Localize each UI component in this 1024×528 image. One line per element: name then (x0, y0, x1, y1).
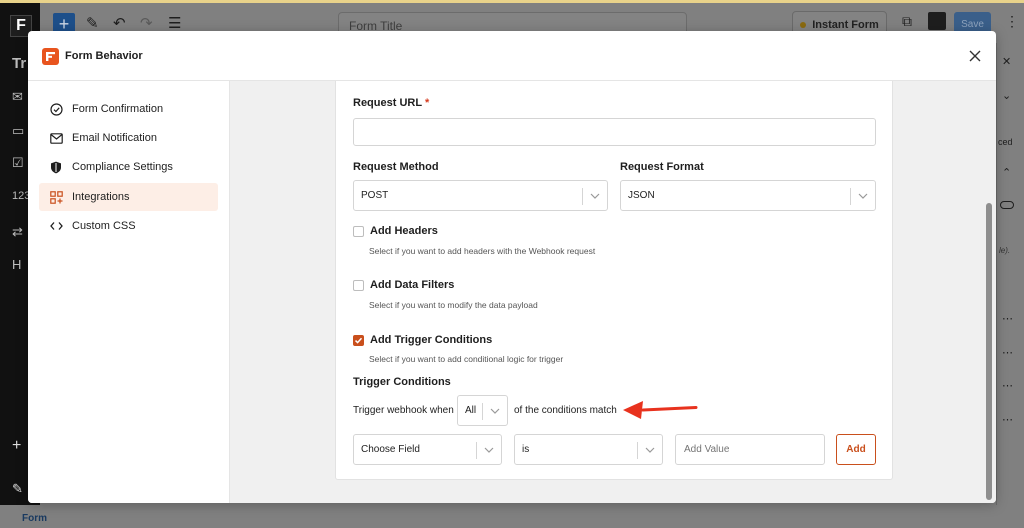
request-method-label: Request Method (353, 161, 439, 173)
request-url-label: Request URL * (353, 97, 430, 109)
add-filters-hint: Select if you want to modify the data pa… (369, 300, 538, 310)
request-format-select[interactable]: JSON (620, 180, 876, 211)
add-headers-checkbox[interactable] (353, 225, 364, 237)
left-add-block-icon[interactable]: + (12, 437, 21, 455)
list-view-icon[interactable]: ☰ (168, 14, 181, 32)
sidebar-item-compliance-settings[interactable]: Compliance Settings (39, 153, 218, 181)
add-condition-button[interactable]: Add (836, 434, 876, 465)
add-filters-row: Add Data Filters (353, 279, 454, 291)
select-divider (482, 403, 483, 420)
chevron-down-icon (645, 447, 655, 453)
editor-footer (0, 505, 1024, 528)
left-icon-switch[interactable]: ⇄ (12, 224, 23, 240)
more-options-icon[interactable]: ⋮ (1005, 13, 1019, 30)
add-trigger-row: Add Trigger Conditions (353, 334, 492, 346)
modal-title: Form Behavior (65, 50, 143, 62)
modal-content: Request URL * Request Method POST Reques… (230, 81, 996, 503)
breadcrumb-form[interactable]: Form (22, 513, 47, 524)
request-method-value: POST (361, 190, 389, 201)
choose-field-value: Choose Field (361, 444, 420, 455)
panel-more-icon[interactable]: ⋯ (1002, 312, 1013, 325)
panel-toggle[interactable] (1000, 201, 1014, 209)
modal-sidebar: Form Confirmation Email Notification Com… (28, 81, 230, 503)
sidebar-item-label: Compliance Settings (72, 161, 173, 173)
trigger-when-suffix: of the conditions match (514, 405, 617, 416)
request-url-input[interactable] (353, 118, 876, 146)
plugin-logo-icon (42, 48, 59, 65)
left-icon-heading[interactable]: H (12, 257, 21, 272)
chevron-down-icon (484, 447, 494, 453)
add-headers-row: Add Headers (353, 225, 438, 237)
envelope-icon (49, 131, 63, 145)
sidebar-item-email-notification[interactable]: Email Notification (39, 124, 218, 152)
left-icon-checkbox[interactable]: ☑ (12, 155, 24, 171)
request-format-label: Request Format (620, 161, 704, 173)
panel-hint-text: le). (999, 246, 1011, 255)
check-circle-icon (49, 102, 63, 116)
panel-close-icon[interactable]: ✕ (1002, 55, 1011, 68)
instant-form-label: Instant Form (812, 18, 879, 31)
trigger-conditions-label: Trigger Conditions (353, 376, 451, 388)
request-format-value: JSON (628, 190, 655, 201)
chevron-down-icon (590, 193, 600, 199)
add-headers-label: Add Headers (370, 225, 438, 237)
checkmark-icon (354, 337, 363, 344)
sidebar-item-label: Email Notification (72, 132, 157, 144)
undo-icon[interactable]: ↶ (113, 14, 126, 32)
trigger-match-value: All (465, 405, 477, 416)
operator-value: is (522, 444, 530, 455)
add-trigger-hint: Select if you want to add conditional lo… (369, 354, 564, 364)
chevron-down-icon (490, 408, 500, 414)
left-icon-email[interactable]: ✉ (12, 89, 23, 105)
panel-advanced-text[interactable]: ced (998, 137, 1013, 147)
add-headers-hint: Select if you want to add headers with t… (369, 246, 596, 256)
settings-panel (996, 43, 1024, 528)
left-pencil-icon[interactable]: ✎ (12, 481, 23, 497)
sidebar-item-integrations[interactable]: Integrations (39, 183, 218, 211)
add-filters-checkbox[interactable] (353, 279, 364, 291)
select-divider (850, 188, 851, 205)
sidebar-item-label: Form Confirmation (72, 103, 164, 115)
required-marker: * (424, 97, 430, 109)
request-method-select[interactable]: POST (353, 180, 608, 211)
operator-select[interactable]: is (514, 434, 663, 465)
shield-icon (49, 160, 63, 174)
close-icon[interactable] (967, 48, 983, 64)
redo-icon[interactable]: ↷ (140, 14, 153, 32)
left-icon-field[interactable]: ▭ (12, 123, 24, 139)
choose-field-select[interactable]: Choose Field (353, 434, 502, 465)
panel-more-icon[interactable]: ⋯ (1002, 379, 1013, 392)
code-icon (49, 219, 63, 233)
select-divider (582, 188, 583, 205)
sidebar-item-label: Custom CSS (72, 220, 136, 232)
pen-icon[interactable]: ✎ (86, 14, 99, 32)
modal-scrollbar-thumb[interactable] (986, 203, 992, 500)
sidebar-item-custom-css[interactable]: Custom CSS (39, 212, 218, 240)
add-trigger-checkbox[interactable] (353, 334, 364, 346)
annotation-arrow-icon (623, 401, 698, 419)
integrations-icon (49, 190, 63, 204)
panel-chevron-icon[interactable]: ⌄ (1002, 89, 1011, 102)
webhook-settings-card: Request URL * Request Method POST Reques… (335, 81, 893, 480)
add-trigger-label: Add Trigger Conditions (370, 334, 493, 346)
select-divider (476, 442, 477, 459)
add-filters-label: Add Data Filters (370, 279, 455, 291)
condition-value-input[interactable] (675, 434, 825, 465)
status-dot-icon (800, 21, 807, 28)
external-link-icon[interactable]: ⧉ (902, 13, 912, 30)
trigger-when-prefix: Trigger webhook when (353, 405, 454, 416)
trigger-match-select[interactable]: All (457, 395, 508, 426)
select-divider (637, 442, 638, 459)
chevron-down-icon (858, 193, 868, 199)
panel-more-icon[interactable]: ⋯ (1002, 346, 1013, 359)
sidebar-item-label: Integrations (72, 191, 130, 203)
sidebar-item-form-confirmation[interactable]: Form Confirmation (39, 95, 218, 123)
left-icon-text[interactable]: Tr (12, 55, 26, 72)
panel-more-icon[interactable]: ⋯ (1002, 413, 1013, 426)
sidebar-toggle-icon[interactable] (928, 12, 946, 30)
form-behavior-modal: Form Behavior Form Confirmation Email No… (28, 31, 996, 503)
panel-chevron-up-icon[interactable]: ⌃ (1002, 166, 1011, 179)
modal-header: Form Behavior (28, 31, 996, 81)
